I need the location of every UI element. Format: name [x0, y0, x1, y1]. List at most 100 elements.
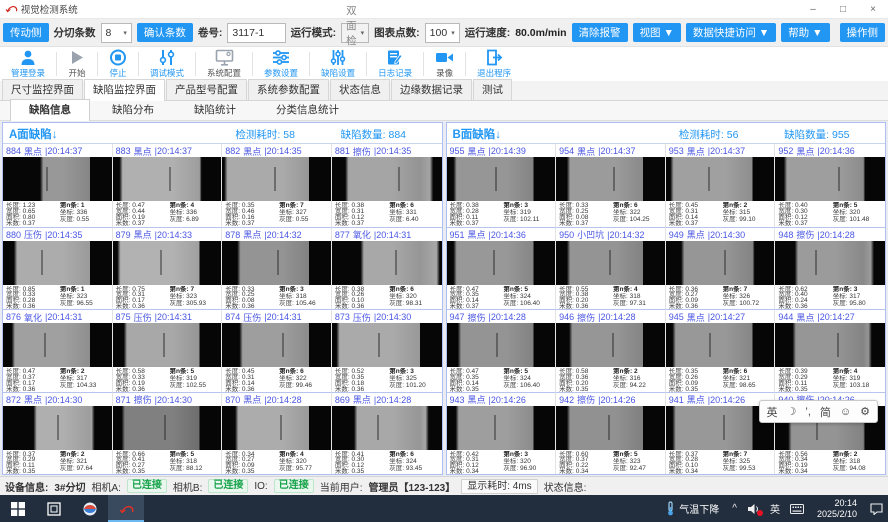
defect-image[interactable] — [447, 406, 556, 450]
tab-系统参数配置[interactable]: 系统参数配置 — [248, 79, 329, 100]
ime-toolbar[interactable]: 英 ☽ ’, 简 ☺ ⚙ — [759, 400, 878, 423]
defect-image[interactable] — [666, 157, 775, 201]
defect-cell[interactable]: 872黑点|20:14:30长度: 0.37宽度: 0.29面积: 0.11米数… — [3, 392, 113, 475]
tab-产品型号配置[interactable]: 产品型号配置 — [166, 79, 247, 100]
defect-cell[interactable]: 884黑点|20:14:37长度: 1.23宽度: 0.65面积: 0.80米数… — [3, 144, 113, 227]
defect-image[interactable] — [332, 406, 442, 450]
defect-image[interactable] — [556, 323, 665, 367]
defect-cell[interactable]: 874压伤|20:14:31长度: 0.45宽度: 0.31面积: 0.14米数… — [222, 309, 332, 392]
tool-user-button[interactable]: 管理登录 — [0, 47, 56, 81]
defect-image[interactable] — [113, 157, 222, 201]
maximize-button[interactable]: □ — [828, 0, 858, 18]
defect-cell[interactable]: 870黑点|20:14:28长度: 0.34宽度: 0.27面积: 0.09米数… — [222, 392, 332, 475]
help-menu-button[interactable]: 帮助 ▼ — [781, 23, 829, 42]
taskbar-clock[interactable]: 20:14 2025/2/10 — [809, 498, 865, 520]
defect-image[interactable] — [332, 323, 442, 367]
defect-cell[interactable]: 952黑点|20:14:36长度: 0.40宽度: 0.30面积: 0.12米数… — [775, 144, 885, 227]
defect-image[interactable] — [332, 241, 442, 285]
defect-cell[interactable]: 946擦伤|20:14:28长度: 0.58宽度: 0.36面积: 0.20米数… — [556, 309, 666, 392]
defect-image[interactable] — [222, 406, 331, 450]
task-view-button[interactable] — [36, 495, 72, 522]
drive-side-button[interactable]: 传动侧 — [3, 23, 49, 42]
defect-image[interactable] — [447, 241, 556, 285]
defect-image[interactable] — [222, 241, 331, 285]
ime-lang-toggle[interactable]: 英 — [767, 404, 778, 420]
clear-alarm-button[interactable]: 清除报警 — [572, 23, 628, 42]
close-button[interactable]: × — [858, 0, 888, 18]
defect-cell[interactable]: 947擦伤|20:14:28长度: 0.47宽度: 0.35面积: 0.14米数… — [447, 309, 557, 392]
defect-image[interactable] — [3, 323, 112, 367]
defect-cell[interactable]: 942擦伤|20:14:26长度: 0.60宽度: 0.37面积: 0.22米数… — [556, 392, 666, 475]
tool-record-button[interactable]: 录像 — [424, 47, 465, 81]
ime-language-indicator[interactable]: 英 — [765, 495, 785, 522]
defect-cell[interactable]: 875压伤|20:14:31长度: 0.58宽度: 0.33面积: 0.19米数… — [113, 309, 223, 392]
defect-cell[interactable]: 953黑点|20:14:37长度: 0.45宽度: 0.31面积: 0.14米数… — [666, 144, 776, 227]
defect-image[interactable] — [775, 241, 885, 285]
defect-cell[interactable]: 945黑点|20:14:27长度: 0.35宽度: 0.26面积: 0.09米数… — [666, 309, 776, 392]
defect-cell[interactable]: 883黑点|20:14:37长度: 0.47宽度: 0.44面积: 0.19米数… — [113, 144, 223, 227]
tab-尺寸监控界面[interactable]: 尺寸监控界面 — [2, 79, 83, 100]
defect-cell[interactable]: 955黑点|20:14:39长度: 0.38宽度: 0.28面积: 0.11米数… — [447, 144, 557, 227]
ime-emoji-icon[interactable]: ☺ — [840, 406, 851, 418]
defect-image[interactable] — [556, 406, 665, 450]
confirm-count-button[interactable]: 确认条数 — [137, 23, 193, 42]
start-button[interactable] — [0, 495, 36, 522]
tab-状态信息[interactable]: 状态信息 — [330, 79, 390, 100]
defect-cell[interactable]: 876氧化|20:14:31长度: 0.47宽度: 0.37面积: 0.17米数… — [3, 309, 113, 392]
defect-image[interactable] — [666, 241, 775, 285]
defect-cell[interactable]: 949黑点|20:14:30长度: 0.36宽度: 0.27面积: 0.09米数… — [666, 227, 776, 310]
subtab-缺陷信息[interactable]: 缺陷信息 — [10, 99, 90, 121]
ime-moon-icon[interactable]: ☽ — [787, 405, 797, 418]
defect-image[interactable] — [3, 241, 112, 285]
view-menu-button[interactable]: 视图 ▼ — [633, 23, 681, 42]
tab-边缘数据记录[interactable]: 边缘数据记录 — [391, 79, 472, 100]
defect-image[interactable] — [332, 157, 442, 201]
tool-debug-button[interactable]: 调试模式 — [139, 47, 195, 81]
taskbar-app-vision-icon[interactable]: ⤺ — [108, 495, 144, 522]
tool-system-button[interactable]: 系统配置 — [196, 47, 252, 81]
chart-points-select[interactable]: 100 ▾ — [425, 23, 460, 43]
tool-defect-button[interactable]: 缺陷设置 — [310, 47, 366, 81]
defect-cell[interactable]: 881擦伤|20:14:35长度: 0.38宽度: 0.31面积: 0.12米数… — [332, 144, 442, 227]
tool-play-button[interactable]: 开始 — [57, 47, 97, 81]
minimize-button[interactable]: – — [798, 0, 828, 18]
defect-cell[interactable]: 877氧化|20:14:31长度: 0.38宽度: 0.26面积: 0.10米数… — [332, 227, 442, 310]
defect-image[interactable] — [556, 241, 665, 285]
defect-cell[interactable]: 882黑点|20:14:35长度: 0.35宽度: 0.46面积: 0.16米数… — [222, 144, 332, 227]
operator-side-button[interactable]: 操作侧 — [840, 23, 886, 42]
ime-punctuation-toggle[interactable]: ’, — [805, 406, 811, 418]
defect-cell[interactable]: 869黑点|20:14:28长度: 0.41宽度: 0.30面积: 0.12米数… — [332, 392, 442, 475]
tab-缺陷监控界面[interactable]: 缺陷监控界面 — [84, 79, 165, 101]
defect-image[interactable] — [113, 406, 222, 450]
defect-image[interactable] — [222, 323, 331, 367]
subtab-缺陷分布[interactable]: 缺陷分布 — [94, 100, 172, 120]
defect-cell[interactable]: 944黑点|20:14:27长度: 0.39宽度: 0.29面积: 0.11米数… — [775, 309, 885, 392]
slit-count-select[interactable]: 8 ▾ — [101, 23, 132, 43]
defect-cell[interactable]: 880压伤|20:14:35长度: 0.85宽度: 0.33面积: 0.28米数… — [3, 227, 113, 310]
taskbar-app-remote-icon[interactable] — [72, 495, 108, 522]
defect-cell[interactable]: 878黑点|20:14:32长度: 0.33宽度: 0.25面积: 0.08米数… — [222, 227, 332, 310]
defect-cell[interactable]: 951黑点|20:14:36长度: 0.47宽度: 0.35面积: 0.14米数… — [447, 227, 557, 310]
tool-stop-button[interactable]: 停止 — [98, 47, 138, 81]
defect-image[interactable] — [113, 323, 222, 367]
defect-cell[interactable]: 943黑点|20:14:26长度: 0.42宽度: 0.31面积: 0.12米数… — [447, 392, 557, 475]
tray-expand-chevron[interactable]: ^ — [727, 495, 742, 522]
defect-image[interactable] — [775, 157, 885, 201]
ime-simplified-toggle[interactable]: 简 — [820, 404, 831, 420]
defect-cell[interactable]: 948擦伤|20:14:28长度: 0.62宽度: 0.40面积: 0.24米数… — [775, 227, 885, 310]
defect-cell[interactable]: 950小凹坑|20:14:32长度: 0.55宽度: 0.38面积: 0.20米… — [556, 227, 666, 310]
defect-image[interactable] — [3, 406, 112, 450]
defect-image[interactable] — [447, 157, 556, 201]
tool-exit-button[interactable]: 退出程序 — [466, 47, 522, 81]
data-quick-access-button[interactable]: 数据快捷访问 ▼ — [686, 23, 776, 42]
run-mode-select[interactable]: 双面检测 ▾ — [341, 23, 369, 43]
tool-log-button[interactable]: 日志记录 — [367, 47, 423, 81]
ime-settings-icon[interactable]: ⚙ — [860, 405, 870, 418]
defect-image[interactable] — [447, 323, 556, 367]
volume-icon[interactable] — [742, 495, 765, 522]
defect-image[interactable] — [556, 157, 665, 201]
action-center-icon[interactable] — [865, 495, 888, 522]
defect-image[interactable] — [775, 323, 885, 367]
tab-测试[interactable]: 测试 — [473, 79, 512, 100]
touch-keyboard-icon[interactable] — [785, 495, 809, 522]
